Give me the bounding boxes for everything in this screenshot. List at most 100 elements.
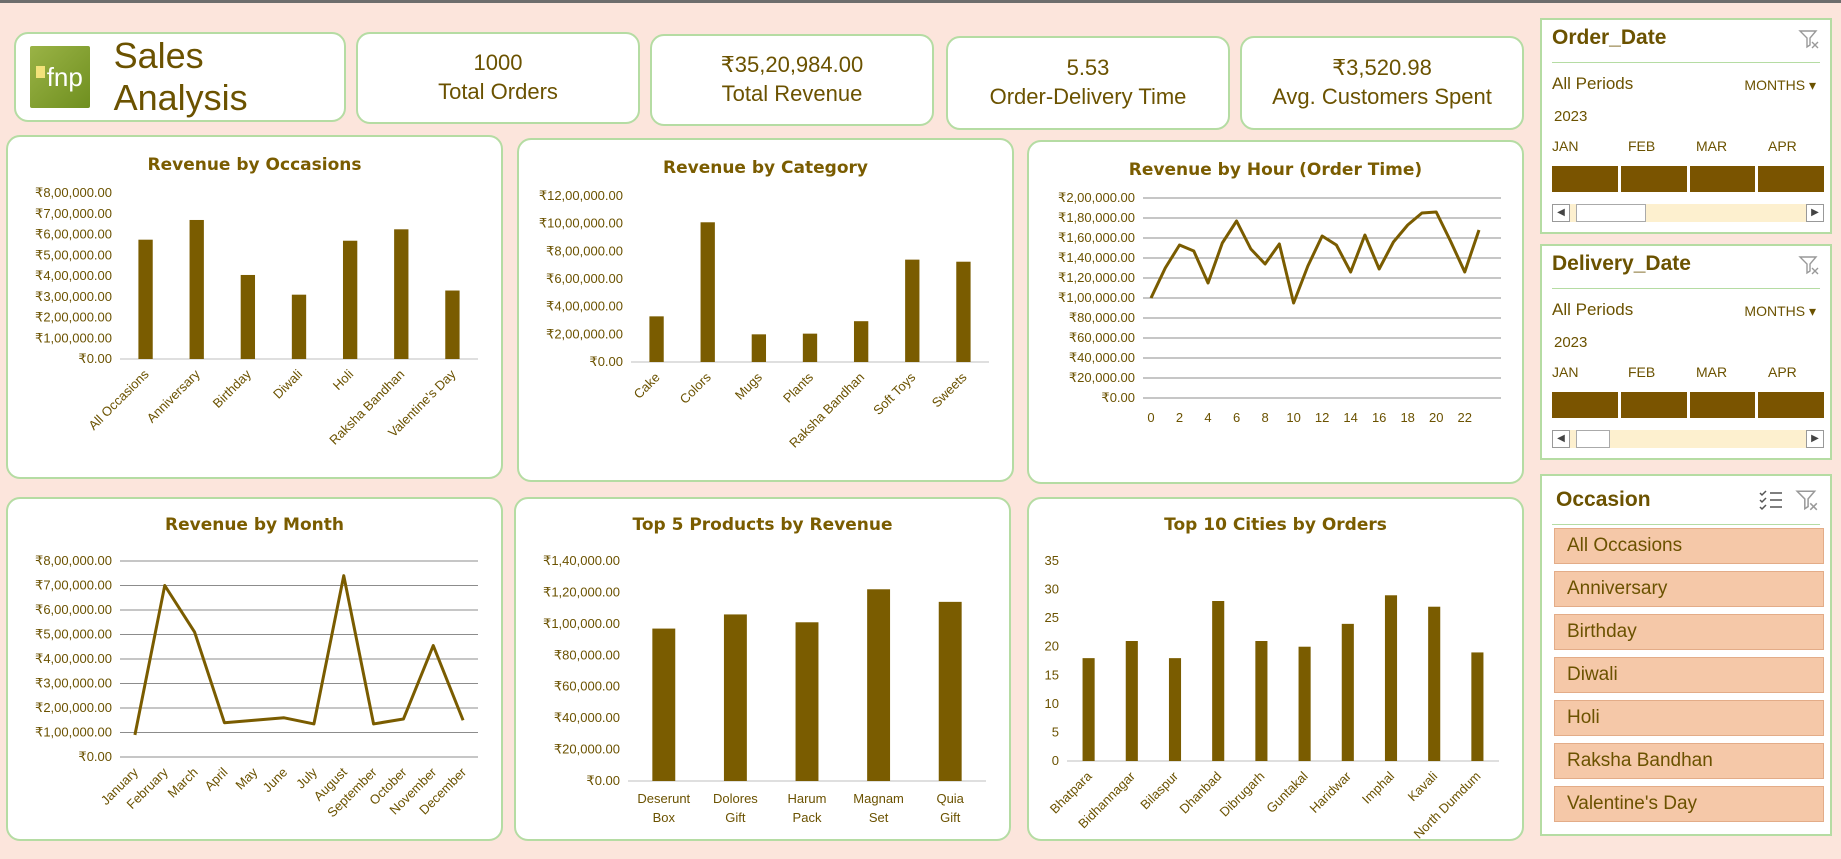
clear-filter-icon[interactable] [1798,254,1820,276]
y-tick-label: ₹2,00,000.00 [546,326,623,341]
time-level-dropdown[interactable]: MONTHS ▾ [1744,303,1816,320]
revenue-by-category-chart: ₹0.00 ₹2,00,000.00 ₹4,00,000.00 ₹6,00,000.0… [539,188,989,451]
y-tick-label: 30 [1045,582,1059,597]
y-tick-label: ₹8,00,000.00 [546,243,623,258]
month-block[interactable] [1552,392,1618,418]
scroll-thumb[interactable] [1576,204,1646,222]
chart-card-hour[interactable]: Revenue by Hour (Order Time) ₹0.00 ₹20,00… [1027,140,1524,484]
month-block[interactable] [1758,392,1824,418]
y-tick-label: ₹1,20,000.00 [543,584,620,599]
month-block[interactable] [1689,166,1756,192]
x-tick-label: Sweets [929,369,970,410]
timeline-bar[interactable] [1552,166,1824,192]
time-level-dropdown[interactable]: MONTHS ▾ [1744,77,1816,94]
y-tick-label: ₹6,00,000.00 [35,227,112,242]
chart-card-month[interactable]: Revenue by Month ₹0.00 ₹1,00,000.00 ₹2,00,… [6,497,503,841]
bar [445,290,460,359]
all-periods-label: All Periods [1552,300,1634,319]
x-tick-label: Diwali [270,366,305,401]
y-tick-label: ₹2,00,000.00 [1058,190,1135,205]
scroll-left-icon[interactable]: ◀ [1552,204,1570,222]
x-tick-label: April [202,764,231,793]
y-tick-label: ₹0.00 [586,773,620,788]
clear-filter-icon[interactable] [1794,488,1820,512]
timeline-scrollbar[interactable]: ◀ ▶ [1552,430,1824,448]
y-tick-label: ₹8,00,000.00 [35,553,112,568]
scroll-left-icon[interactable]: ◀ [1552,430,1570,448]
x-tick-label: All Occasions [85,366,152,433]
occasion-item[interactable]: All Occasions [1554,528,1824,564]
occasion-item[interactable]: Valentine's Day [1554,786,1824,822]
chart-card-products[interactable]: Top 5 Products by Revenue ₹0.00 ₹20,000.0… [514,497,1011,841]
occasion-slicer[interactable]: Occasion All Occasions Anniversary Birth… [1540,474,1832,836]
month-block[interactable] [1758,166,1824,192]
x-tick-label: 10 [1286,410,1300,425]
x-tick-label: Imphal [1359,768,1397,806]
x-tick-label: Plants [780,369,817,406]
y-tick-label: ₹1,00,000.00 [543,616,620,631]
chart-card-occasions[interactable]: Revenue by Occasions ₹0.00 ₹1,00,000.00 ₹2… [6,135,503,479]
occasion-item[interactable]: Birthday [1554,614,1824,650]
bar [1298,646,1311,761]
scroll-thumb[interactable] [1576,430,1610,448]
chart-card-category[interactable]: Revenue by Category ₹0.00 ₹2,00,000.00 ₹4,… [517,138,1014,482]
bar [802,333,818,362]
y-tick-label: ₹1,40,000.00 [1058,250,1135,265]
occasion-item[interactable]: Holi [1554,700,1824,736]
time-level-label: MONTHS [1744,303,1806,319]
x-tick-label: 6 [1233,410,1240,425]
bar [1255,641,1268,761]
x-tick-label: Haridwar [1307,768,1355,816]
y-tick-label: ₹3,00,000.00 [35,676,112,691]
kpi-order-delivery-time: 5.53 Order-Delivery Time [946,36,1230,130]
chart-card-cities[interactable]: Top 10 Cities by Orders 0 5 10 15 20 25 30 35 Bh… [1027,497,1524,841]
month-label: FEB [1628,138,1656,154]
x-tick-label: Birthday [210,366,255,411]
timeline-scrollbar[interactable]: ◀ ▶ [1552,204,1824,222]
delivery-date-slicer[interactable]: Delivery_Date All Periods MONTHS ▾ 2023 … [1540,244,1832,460]
y-tick-label: ₹1,40,000.00 [543,553,620,568]
slicer-divider [1552,288,1820,289]
y-tick-label: ₹4,00,000.00 [546,299,623,314]
y-tick-label: ₹60,000.00 [554,679,620,694]
bar [1125,641,1138,761]
x-tick-label: May [232,764,260,792]
kpi-label: Total Orders [438,79,558,104]
bar [853,321,869,362]
y-tick-label: ₹1,00,000.00 [35,330,112,345]
scroll-right-icon[interactable]: ▶ [1806,430,1824,448]
x-tick-label: Magnam Set [853,791,904,825]
y-tick-label: 35 [1045,553,1059,568]
y-tick-label: ₹2,00,000.00 [35,700,112,715]
occasion-item[interactable]: Diwali [1554,657,1824,693]
y-tick-label: ₹1,20,000.00 [1058,270,1135,285]
y-tick-label: ₹5,00,000.00 [35,247,112,262]
y-tick-label: ₹6,00,000.00 [35,602,112,617]
month-block[interactable] [1620,392,1687,418]
scroll-right-icon[interactable]: ▶ [1806,204,1824,222]
timeline-bar[interactable] [1552,392,1824,418]
chevron-down-icon: ▾ [1808,303,1816,319]
x-tick-label: Kavali [1405,768,1441,804]
y-tick-label: ₹4,00,000.00 [35,651,112,666]
month-block[interactable] [1552,166,1618,192]
month-block[interactable] [1620,166,1687,192]
y-tick-label: ₹1,60,000.00 [1058,230,1135,245]
x-tick-label: Mugs [732,369,765,402]
month-block[interactable] [1689,392,1756,418]
clear-filter-icon[interactable] [1798,28,1820,50]
y-tick-label: 5 [1052,724,1059,739]
y-tick-label: ₹20,000.00 [554,742,620,757]
bar [291,294,307,359]
x-tick-label: 12 [1315,410,1329,425]
multi-select-icon[interactable] [1758,488,1784,512]
month-label: JAN [1552,364,1579,380]
x-tick-label: 0 [1147,410,1154,425]
order-date-slicer[interactable]: Order_Date All Periods MONTHS ▾ 2023 JAN… [1540,18,1832,234]
occasion-item[interactable]: Raksha Bandhan [1554,743,1824,779]
occasion-item[interactable]: Anniversary [1554,571,1824,607]
bar [905,259,920,362]
revenue-by-occasions-chart: ₹0.00 ₹1,00,000.00 ₹2,00,000.00 ₹3,00,000.0… [35,185,478,448]
x-tick-label: Soft Toys [870,369,919,418]
y-tick-label: 20 [1045,639,1059,654]
